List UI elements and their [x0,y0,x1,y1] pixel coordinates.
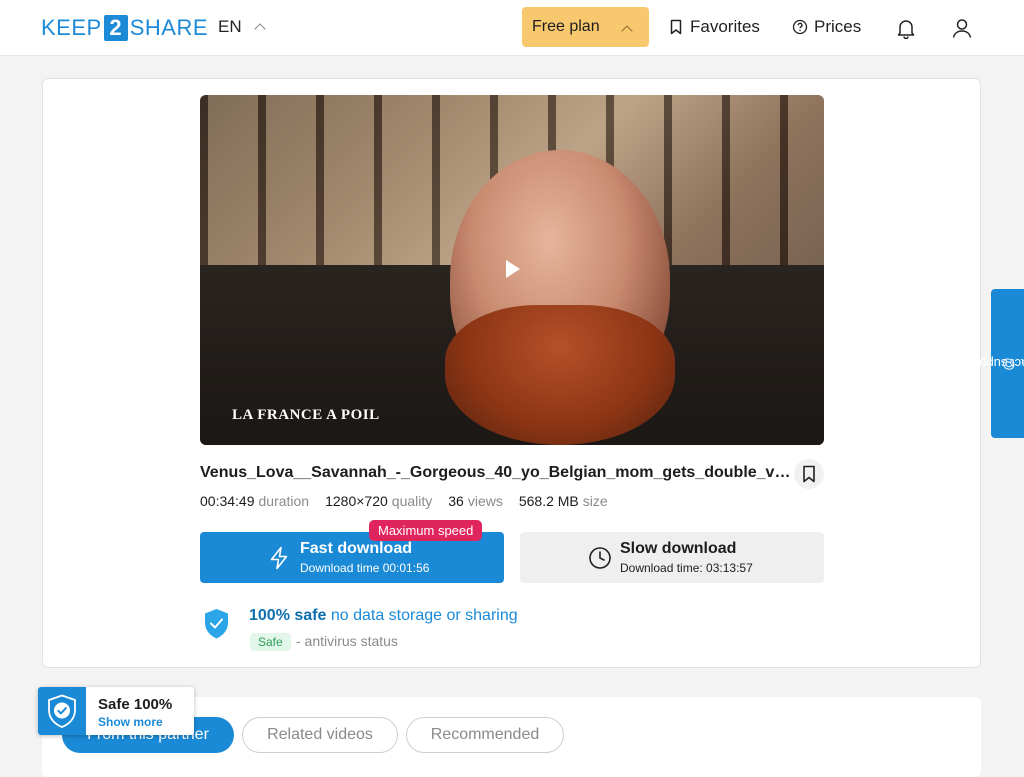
favorites-label: Favorites [690,17,760,36]
safety-statement: 100% safe no data storage or sharing [249,607,518,625]
file-meta: 00:34:49 duration 1280×720 quality 36 views… [200,493,608,509]
safety-bold: 100% safe [249,607,327,624]
clock-icon [589,547,611,569]
views-value: 36 [448,493,464,509]
notifications-button[interactable] [892,14,920,42]
duration-label: duration [258,493,310,509]
add-favorite-button[interactable] [794,459,824,489]
bell-icon [897,20,915,39]
plan-label: Free plan [532,18,600,35]
contact-support-button[interactable]: @ contact support [963,289,1024,438]
user-icon [952,19,972,38]
views-label: views [467,493,503,509]
top-header: KEEP 2 SHARE EN Free plan Favorites Pric… [0,0,1024,56]
bookmark-icon [803,465,815,483]
play-icon[interactable] [506,260,520,278]
logo-text-left: KEEP [41,15,102,40]
file-title: Venus_Lova__Savannah_-_Gorgeous_40_yo_Be… [200,464,796,481]
video-player[interactable]: LA FRANCE A POIL [200,95,824,445]
language-label: EN [218,17,242,36]
question-circle-icon [792,19,808,35]
video-watermark: LA FRANCE A POIL [232,407,380,423]
slow-download-time: Download time: 03:13:57 [620,561,753,575]
antivirus-badge: Safe [250,633,291,651]
video-frame-subject-beard [445,305,675,445]
contact-support-text: contact support [963,356,1024,372]
shield-check-icon [205,609,228,639]
logo-text-mid: 2 [103,15,128,41]
meta-views: 36 views [448,493,503,509]
tab-recommended[interactable]: Recommended [406,717,564,753]
duration-value: 00:34:49 [200,493,255,509]
logo[interactable]: KEEP 2 SHARE [41,15,208,41]
account-button[interactable] [948,14,976,42]
safe-widget[interactable]: Safe 100% Show more [38,687,194,735]
size-value: 568.2 MB [518,493,579,509]
quality-value: 1280×720 [325,493,388,509]
slow-download-button[interactable]: Slow download Download time: 03:13:57 [520,532,824,583]
fast-download-time: Download time 00:01:56 [300,561,430,575]
chevron-up-icon [621,25,633,37]
shield-check-icon [48,694,76,728]
max-speed-badge: Maximum speed [369,520,483,541]
chevron-up-icon [253,23,266,35]
show-more-link[interactable]: Show more [98,715,163,729]
logo-text-right: SHARE [129,15,208,40]
lightning-icon [270,546,288,570]
meta-size: 568.2 MB size [519,493,608,509]
prices-link[interactable]: Prices [792,17,861,37]
antivirus-status: - antivirus status [296,633,398,649]
quality-label: quality [391,493,433,509]
fast-download-label: Fast download [300,540,412,557]
favorites-link[interactable]: Favorites [668,17,760,37]
language-selector[interactable]: EN [218,17,266,37]
meta-quality: 1280×720 quality [325,493,432,509]
safe-widget-title: Safe 100% [98,696,173,713]
meta-duration: 00:34:49 duration [200,493,309,509]
contact-support-label: @ contact support [963,356,1024,371]
tab-related-videos[interactable]: Related videos [242,717,398,753]
safe-widget-shield [38,687,86,735]
size-label: size [582,493,608,509]
prices-label: Prices [814,17,862,36]
safety-rest: no data storage or sharing [330,607,518,624]
bookmark-icon [670,19,682,35]
plan-button[interactable]: Free plan [522,7,649,47]
slow-download-label: Slow download [620,540,737,557]
